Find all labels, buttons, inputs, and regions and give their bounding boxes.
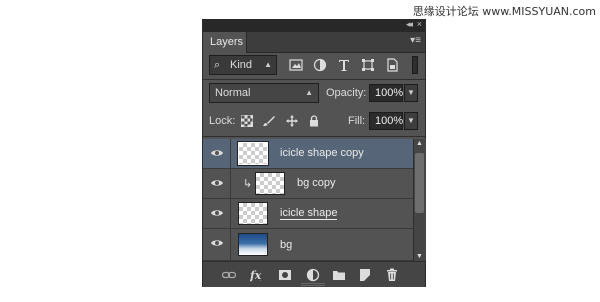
layer-name: bg [280,239,293,251]
panel-menu-icon[interactable]: ▾≡ [410,35,421,46]
lock-label: Lock: [209,115,236,127]
layer-name: icicle shape copy [280,147,364,159]
scroll-down-icon[interactable]: ▼ [416,253,423,260]
layers-bottom-toolbar: fx. [203,261,425,287]
visibility-toggle[interactable] [203,229,231,260]
layers-panel: ◂◂ × Layers ▾≡ ⌕ Kind ▲ Normal ▲ Opacity… [202,19,426,287]
filter-kind-select[interactable]: ⌕ Kind ▲ [209,55,277,75]
close-panel-icon[interactable]: × [417,19,422,29]
watermark-text: 思缘设计论坛 www.MISSYUAN.com [412,5,596,18]
lock-position-icon[interactable] [286,115,298,127]
visibility-toggle[interactable] [203,139,231,168]
lock-image-pixels-icon[interactable] [263,115,275,127]
divider [203,79,425,80]
chevron-updown-icon: ▲ [305,88,313,97]
smart-object-filter-icon[interactable] [385,58,399,72]
group-folder-icon[interactable] [332,268,346,282]
adjustment-layer-icon[interactable] [306,268,320,282]
layer-row-icicle-shape[interactable]: icicle shape [203,199,413,229]
fx-icon[interactable]: fx. [250,268,264,282]
blend-mode-value: Normal [215,87,251,99]
filter-toggle[interactable] [412,56,418,74]
fill-input[interactable]: 100% [369,112,403,130]
opacity-label: Opacity: [326,87,367,99]
eye-icon [211,210,223,216]
new-layer-icon[interactable] [358,268,372,282]
eye-icon [211,180,223,186]
fill-label: Fill: [348,115,366,127]
shape-filter-icon[interactable] [361,58,375,72]
layer-row-bg[interactable]: bg [203,229,413,261]
visibility-toggle[interactable] [203,199,231,228]
layers-scrollbar[interactable]: ▲ ▼ [413,139,426,261]
layer-thumbnail [255,172,285,195]
opacity-input[interactable]: 100% [369,84,403,102]
resize-grip-icon[interactable] [301,283,325,286]
scrollbar-thumb[interactable] [415,153,424,213]
layer-row-bg-copy[interactable]: ↳ bg copy [203,169,413,199]
eye-icon [211,240,223,246]
clipping-mask-icon: ↳ [243,178,253,190]
tab-layers[interactable]: Layers [203,32,247,53]
layer-name: bg copy [297,177,336,189]
adjustment-filter-icon[interactable] [313,58,327,72]
layer-row-icicle-shape-copy[interactable]: icicle shape copy [203,139,413,169]
mask-icon[interactable] [278,268,292,282]
layer-name: icicle shape [280,207,338,220]
filter-kind-label: Kind [230,59,253,71]
collapse-panel-icon[interactable]: ◂◂ [406,19,413,30]
panel-top-bar: ◂◂ × [203,19,425,32]
blend-mode-select[interactable]: Normal ▲ [209,83,319,103]
type-filter-icon[interactable] [337,58,351,72]
lock-transparent-pixels-icon[interactable] [241,115,253,127]
chevron-updown-icon: ▲ [264,60,272,69]
eye-icon [211,150,223,156]
search-icon: ⌕ [214,59,221,71]
scroll-up-icon[interactable]: ▲ [416,140,423,147]
opacity-dropdown-button[interactable]: ▼ [404,84,418,102]
layer-thumbnail [237,141,269,166]
layer-thumbnail [238,233,268,256]
divider [203,136,425,137]
link-layers-icon[interactable] [222,268,236,282]
layer-thumbnail [238,202,268,225]
image-filter-icon[interactable] [289,58,303,72]
lock-all-icon[interactable] [308,115,320,127]
trash-icon[interactable] [385,268,399,282]
fill-dropdown-button[interactable]: ▼ [404,112,418,130]
svg-text:.: . [260,277,262,282]
layers-list: icicle shape copy ↳ bg copy icicle shape… [203,139,413,261]
panel-tab-row: Layers ▾≡ [203,32,425,53]
visibility-toggle[interactable] [203,169,231,198]
